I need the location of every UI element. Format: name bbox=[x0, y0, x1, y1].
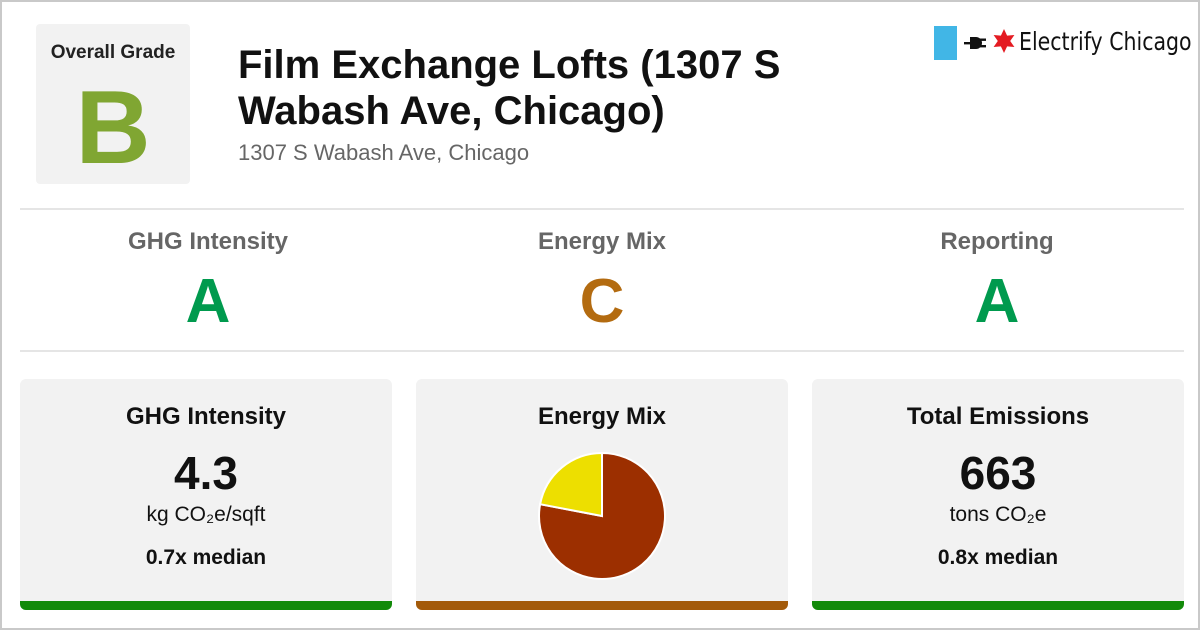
ghg-intensity-unit: kg CO₂e/sqft bbox=[146, 503, 266, 526]
ghg-intensity-grade: GHG Intensity A bbox=[58, 228, 358, 334]
energy-mix-pie-chart bbox=[537, 451, 667, 581]
building-address: 1307 S Wabash Ave, Chicago bbox=[238, 140, 530, 165]
pie-slice bbox=[538, 451, 603, 518]
energy-mix-grade: Energy Mix C bbox=[452, 228, 752, 334]
divider bbox=[20, 208, 1184, 210]
ghg-intensity-grade-label: GHG Intensity bbox=[127, 228, 289, 255]
total-emissions-unit: tons CO₂e bbox=[949, 503, 1047, 526]
chicago-flag-icon bbox=[934, 26, 957, 60]
overall-grade-box: Overall Grade B bbox=[36, 24, 190, 184]
reporting-grade: Reporting A bbox=[847, 228, 1147, 334]
ghg-intensity-median: 0.7x median bbox=[145, 546, 267, 569]
brand-logo[interactable]: Electrify Chicago bbox=[934, 24, 1192, 62]
ghg-intensity-value: 4.3 bbox=[174, 447, 238, 499]
divider bbox=[20, 350, 1184, 352]
ghg-intensity-card-title: GHG Intensity bbox=[125, 403, 287, 430]
total-emissions-card: Total Emissions 663 tons CO₂e 0.8x media… bbox=[812, 379, 1184, 610]
plug-icon bbox=[964, 37, 986, 49]
energy-mix-card: Energy Mix bbox=[416, 379, 788, 610]
overall-grade-letter: B bbox=[75, 70, 151, 186]
ghg-intensity-card: GHG Intensity 4.3 kg CO₂e/sqft 0.7x medi… bbox=[20, 379, 392, 610]
overall-grade-label: Overall Grade bbox=[50, 42, 176, 63]
card-frame: Overall Grade B Film Exchange Lofts (130… bbox=[0, 0, 1200, 630]
reporting-grade-label: Reporting bbox=[940, 228, 1054, 255]
reporting-grade-letter: A bbox=[974, 267, 1020, 336]
total-emissions-status-bar bbox=[812, 601, 1184, 610]
red-star-icon bbox=[993, 29, 1015, 53]
ghg-intensity-grade-letter: A bbox=[185, 267, 231, 336]
energy-mix-status-bar bbox=[416, 601, 788, 610]
total-emissions-value: 663 bbox=[959, 447, 1037, 499]
total-emissions-median: 0.8x median bbox=[937, 546, 1059, 569]
total-emissions-card-title: Total Emissions bbox=[906, 403, 1090, 430]
page-title: Film Exchange Lofts (1307 S Wabash Ave, … bbox=[238, 43, 781, 133]
energy-mix-card-title: Energy Mix bbox=[537, 403, 667, 430]
energy-mix-grade-label: Energy Mix bbox=[537, 228, 667, 255]
pie-chart-svg bbox=[538, 451, 667, 580]
energy-mix-grade-letter: C bbox=[579, 267, 625, 336]
ghg-intensity-status-bar bbox=[20, 601, 392, 610]
brand-name: Electrify Chicago bbox=[1019, 27, 1192, 56]
